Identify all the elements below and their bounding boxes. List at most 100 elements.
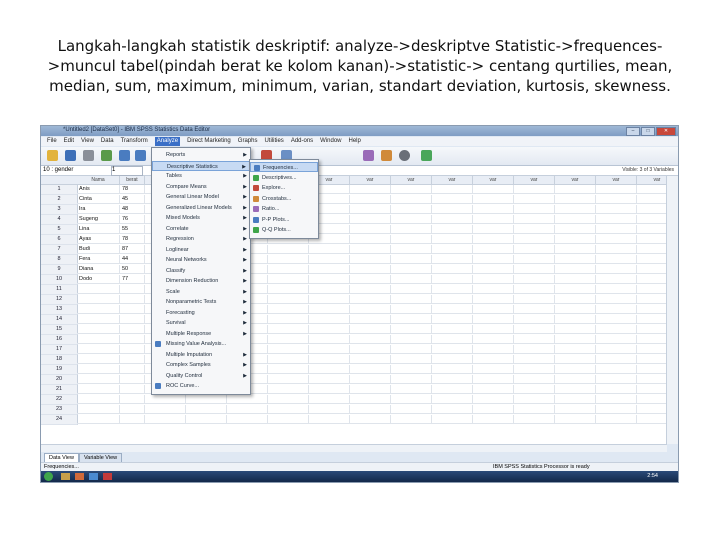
table-cell[interactable] <box>555 285 596 294</box>
table-cell[interactable] <box>514 335 555 344</box>
taskbar-app-icon[interactable] <box>75 473 84 480</box>
table-cell[interactable] <box>473 285 514 294</box>
analyze-menu-item[interactable]: Quality Control ▶ <box>152 371 250 381</box>
table-cell[interactable] <box>555 305 596 314</box>
table-cell[interactable] <box>514 315 555 324</box>
table-cell[interactable] <box>555 185 596 194</box>
table-cell[interactable]: 50 <box>120 265 145 274</box>
menu-add-ons[interactable]: Add-ons <box>291 137 313 146</box>
table-cell[interactable]: 44 <box>120 255 145 264</box>
table-cell[interactable] <box>268 405 309 414</box>
descriptive-submenu-item[interactable]: Ratio... <box>250 204 318 214</box>
analyze-menu-item[interactable]: Neural Networks ▶ <box>152 255 250 265</box>
table-cell[interactable] <box>514 285 555 294</box>
table-cell[interactable] <box>514 195 555 204</box>
undo-icon[interactable] <box>119 150 130 161</box>
row-number[interactable]: 23 <box>41 405 78 415</box>
table-cell[interactable] <box>678 245 679 254</box>
table-cell[interactable] <box>678 185 679 194</box>
table-cell[interactable] <box>391 355 432 364</box>
table-cell[interactable] <box>596 335 637 344</box>
table-cell[interactable] <box>186 395 227 404</box>
table-cell[interactable]: Lina <box>77 225 120 234</box>
table-cell[interactable]: 78 <box>120 185 145 194</box>
value-labels-icon[interactable] <box>399 150 410 161</box>
table-cell[interactable] <box>309 365 350 374</box>
table-cell[interactable] <box>432 345 473 354</box>
table-cell[interactable] <box>678 255 679 264</box>
table-cell[interactable] <box>432 185 473 194</box>
row-number[interactable]: 6 <box>41 235 78 245</box>
table-cell[interactable] <box>432 305 473 314</box>
row-number[interactable]: 8 <box>41 255 78 265</box>
row-number[interactable]: 13 <box>41 305 78 315</box>
table-cell[interactable] <box>391 255 432 264</box>
table-cell[interactable] <box>350 205 391 214</box>
table-cell[interactable] <box>432 395 473 404</box>
table-cell[interactable] <box>120 355 145 364</box>
menu-view[interactable]: View <box>81 137 94 146</box>
table-cell[interactable] <box>350 405 391 414</box>
table-cell[interactable] <box>678 265 679 274</box>
table-cell[interactable] <box>268 415 309 424</box>
table-cell[interactable] <box>309 395 350 404</box>
table-cell[interactable] <box>120 285 145 294</box>
menu-utilities[interactable]: Utilities <box>264 137 283 146</box>
column-header[interactable]: var <box>473 176 514 185</box>
table-cell[interactable] <box>473 225 514 234</box>
table-cell[interactable] <box>432 215 473 224</box>
table-cell[interactable] <box>596 205 637 214</box>
table-cell[interactable] <box>514 345 555 354</box>
table-cell[interactable] <box>120 325 145 334</box>
taskbar-app-icon[interactable] <box>89 473 98 480</box>
table-cell[interactable] <box>596 235 637 244</box>
table-cell[interactable] <box>555 385 596 394</box>
table-cell[interactable]: Ira <box>77 205 120 214</box>
table-cell[interactable] <box>432 245 473 254</box>
table-cell[interactable] <box>678 315 679 324</box>
split-file-icon[interactable] <box>363 150 374 161</box>
table-cell[interactable] <box>432 375 473 384</box>
table-cell[interactable] <box>555 355 596 364</box>
row-number[interactable]: 20 <box>41 375 78 385</box>
table-cell[interactable] <box>227 415 268 424</box>
table-cell[interactable] <box>350 295 391 304</box>
analyze-menu-item[interactable]: Nonparametric Tests ▶ <box>152 297 250 307</box>
table-cell[interactable] <box>596 285 637 294</box>
table-cell[interactable] <box>309 405 350 414</box>
table-cell[interactable] <box>473 415 514 424</box>
table-cell[interactable] <box>432 315 473 324</box>
table-cell[interactable] <box>77 345 120 354</box>
table-cell[interactable] <box>309 355 350 364</box>
table-cell[interactable] <box>473 275 514 284</box>
table-cell[interactable] <box>309 295 350 304</box>
column-header[interactable]: berat <box>120 176 145 185</box>
table-cell[interactable] <box>473 185 514 194</box>
table-cell[interactable] <box>555 415 596 424</box>
table-cell[interactable] <box>350 265 391 274</box>
table-cell[interactable] <box>350 415 391 424</box>
row-number[interactable]: 9 <box>41 265 78 275</box>
analyze-menu-item[interactable]: Complex Samples ▶ <box>152 360 250 370</box>
table-cell[interactable] <box>678 355 679 364</box>
row-number[interactable]: 21 <box>41 385 78 395</box>
column-header[interactable]: var <box>514 176 555 185</box>
taskbar-app-icon[interactable] <box>103 473 112 480</box>
table-cell[interactable] <box>309 325 350 334</box>
descriptive-submenu-item[interactable]: Crosstabs... <box>250 194 318 204</box>
table-cell[interactable] <box>391 335 432 344</box>
table-cell[interactable] <box>268 365 309 374</box>
table-cell[interactable] <box>268 285 309 294</box>
menu-data[interactable]: Data <box>101 137 114 146</box>
table-cell[interactable] <box>473 365 514 374</box>
table-cell[interactable] <box>309 415 350 424</box>
table-cell[interactable] <box>350 335 391 344</box>
table-cell[interactable] <box>350 255 391 264</box>
table-cell[interactable] <box>596 385 637 394</box>
table-cell[interactable] <box>473 345 514 354</box>
table-cell[interactable] <box>309 285 350 294</box>
table-cell[interactable] <box>678 375 679 384</box>
table-cell[interactable]: Diana <box>77 265 120 274</box>
analyze-menu-item[interactable]: Scale ▶ <box>152 287 250 297</box>
table-cell[interactable] <box>77 315 120 324</box>
